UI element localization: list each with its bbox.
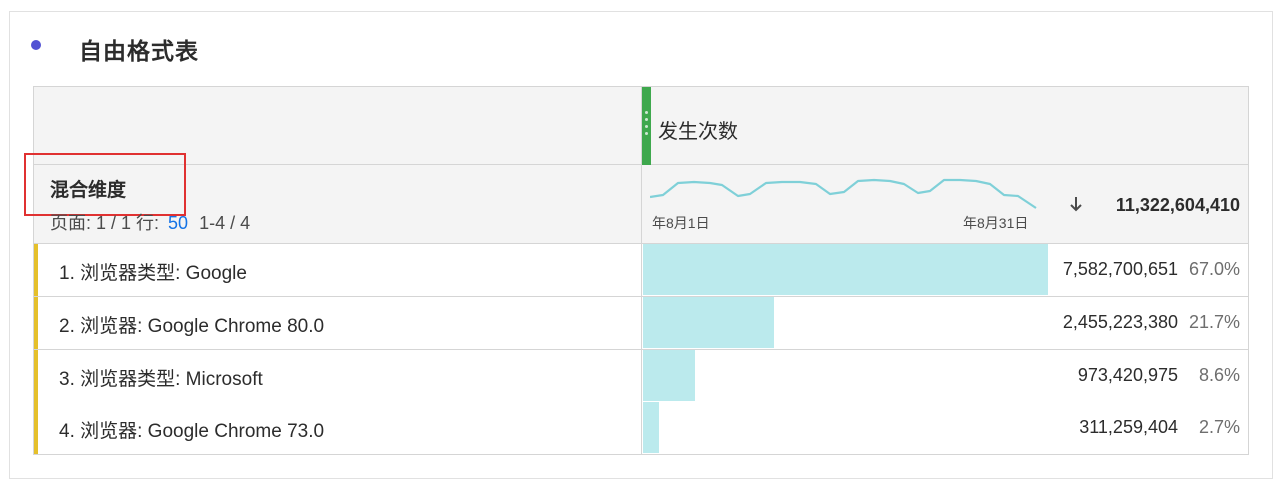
metric-total: 11,322,604,410 (1115, 195, 1240, 215)
row-share-bar (643, 244, 1048, 295)
panel-status-dot (31, 40, 41, 50)
row-value: 2,455,223,380 (1062, 312, 1178, 332)
rows-per-page-link[interactable]: 50 (168, 213, 188, 233)
row-value: 7,582,700,651 (1062, 259, 1178, 279)
row-value: 973,420,975 (1077, 365, 1178, 385)
trend-sparkline (650, 178, 1037, 209)
metric-column-title[interactable]: 发生次数 (658, 115, 738, 144)
row-accent-bar (34, 402, 38, 454)
page-label: 页面: 1 / 1 行: (50, 213, 160, 233)
arrow-down-icon[interactable] (1069, 195, 1083, 213)
row-share-bar (643, 350, 695, 401)
row-percent: 67.0% (1188, 259, 1240, 279)
row-value: 311,259,404 (1079, 417, 1178, 437)
row-label[interactable]: 4. 浏览器: Google Chrome 73.0 (59, 416, 324, 443)
row-percent: 2.7% (1198, 417, 1240, 437)
row-accent-bar (34, 297, 38, 349)
row-accent-bar (34, 244, 38, 296)
column-divider (641, 87, 642, 454)
row-share-bar (643, 402, 659, 453)
drag-grip-icon[interactable] (642, 87, 651, 165)
row-range: 1-4 / 4 (199, 213, 251, 233)
row-percent: 21.7% (1188, 312, 1240, 332)
row-label[interactable]: 3. 浏览器类型: Microsoft (59, 364, 263, 391)
row-accent-bar (34, 350, 38, 402)
row-label[interactable]: 2. 浏览器: Google Chrome 80.0 (59, 311, 324, 338)
annotation-highlight-box (24, 153, 186, 216)
row-percent: 8.6% (1198, 365, 1240, 385)
sparkline-end-date: 年8月31日 (963, 215, 1029, 231)
row-share-bar (643, 297, 774, 348)
panel-title: 自由格式表 (79, 38, 199, 64)
sparkline-start-date: 年8月1日 (652, 215, 710, 231)
pagination: 页面: 1 / 1 行: 50 1-4 / 4 (50, 209, 250, 235)
row-label[interactable]: 1. 浏览器类型: Google (59, 258, 247, 285)
